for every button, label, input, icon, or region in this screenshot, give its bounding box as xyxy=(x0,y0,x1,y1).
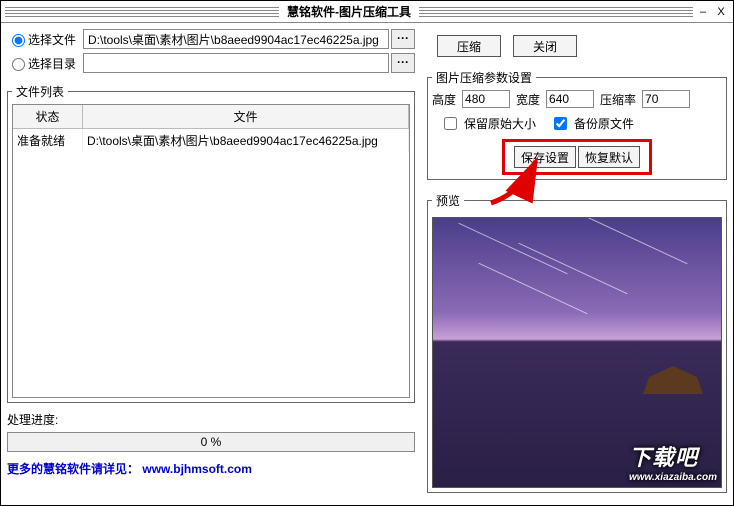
backup-checkbox[interactable] xyxy=(554,117,567,130)
more-software: 更多的慧铭软件请详见： www.bjhmsoft.com xyxy=(7,460,415,477)
file-table-body[interactable]: 准备就绪 D:\tools\桌面\素材\图片\b8aeed9904ac17ec4… xyxy=(13,129,409,397)
save-settings-button[interactable]: 保存设置 xyxy=(514,146,576,168)
window-title: 慧铭软件-图片压缩工具 xyxy=(279,3,419,20)
dir-path-input[interactable] xyxy=(83,53,389,73)
cell-status: 准备就绪 xyxy=(13,129,83,152)
close-button[interactable]: 关闭 xyxy=(513,35,577,57)
browse-dir-button[interactable]: ··· xyxy=(391,53,415,73)
compress-button[interactable]: 压缩 xyxy=(437,35,501,57)
backup-check-label[interactable]: 备份原文件 xyxy=(550,114,634,133)
restore-default-button[interactable]: 恢复默认 xyxy=(578,146,640,168)
progress-label: 处理进度: xyxy=(7,411,415,428)
close-window-button[interactable]: X xyxy=(713,5,729,19)
cell-file: D:\tools\桌面\素材\图片\b8aeed9904ac17ec46225a… xyxy=(83,129,409,152)
preview-group: 预览 下载吧 www.xiazaiba.com xyxy=(427,192,727,493)
params-group: 图片压缩参数设置 高度 宽度 压缩率 保留原始大小 备份原文件 xyxy=(427,69,727,180)
select-file-radio-label[interactable]: 选择文件 xyxy=(7,31,83,48)
col-header-status[interactable]: 状态 xyxy=(13,105,83,128)
more-link[interactable]: www.bjhmsoft.com xyxy=(142,462,252,476)
width-input[interactable] xyxy=(546,90,594,108)
params-legend: 图片压缩参数设置 xyxy=(432,69,536,86)
select-dir-radio[interactable] xyxy=(12,58,25,71)
width-label: 宽度 xyxy=(516,91,540,108)
browse-file-button[interactable]: ··· xyxy=(391,29,415,49)
file-path-input[interactable] xyxy=(83,29,389,49)
file-table: 状态 文件 准备就绪 D:\tools\桌面\素材\图片\b8aeed9904a… xyxy=(12,104,410,398)
ratio-label: 压缩率 xyxy=(600,91,636,108)
keep-original-check-label[interactable]: 保留原始大小 xyxy=(440,114,536,133)
height-label: 高度 xyxy=(432,91,456,108)
progress-text: 0 % xyxy=(201,435,222,449)
height-input[interactable] xyxy=(462,90,510,108)
keep-original-checkbox[interactable] xyxy=(444,117,457,130)
table-row[interactable]: 准备就绪 D:\tools\桌面\素材\图片\b8aeed9904ac17ec4… xyxy=(13,129,409,152)
ratio-input[interactable] xyxy=(642,90,690,108)
file-list-group: 文件列表 状态 文件 准备就绪 D:\tools\桌面\素材\图片\b8aeed… xyxy=(7,83,415,403)
select-file-radio[interactable] xyxy=(12,34,25,47)
preview-image: 下载吧 www.xiazaiba.com xyxy=(432,217,722,488)
col-header-file[interactable]: 文件 xyxy=(83,105,409,128)
select-dir-radio-label[interactable]: 选择目录 xyxy=(7,55,83,72)
file-list-legend: 文件列表 xyxy=(12,83,68,100)
progress-bar: 0 % xyxy=(7,432,415,452)
title-bar: 慧铭软件-图片压缩工具 – X xyxy=(1,1,733,23)
minimize-button[interactable]: – xyxy=(695,5,711,19)
watermark: 下载吧 www.xiazaiba.com xyxy=(629,440,717,483)
save-restore-highlight: 保存设置 恢复默认 xyxy=(502,139,652,175)
preview-legend: 预览 xyxy=(432,192,464,209)
